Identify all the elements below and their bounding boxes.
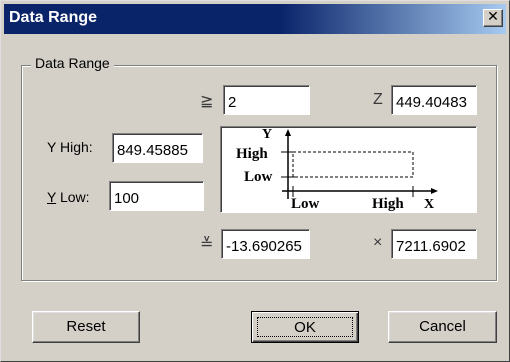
y-axis-arrow — [285, 129, 291, 136]
ok-button-label: OK — [257, 317, 353, 337]
x-axis-label: X — [424, 197, 434, 212]
close-icon: ✕ — [487, 9, 499, 25]
x-low-field[interactable] — [221, 229, 310, 259]
cancel-button[interactable]: Cancel — [388, 311, 497, 343]
y-low-label: Y Low: — [47, 189, 90, 205]
x-low-icon: ≚ — [200, 236, 214, 253]
high-y-label: High — [236, 146, 268, 162]
ok-button[interactable]: OK — [251, 311, 359, 343]
z-low-icon: ≧ — [200, 93, 214, 110]
y-axis-label: Y — [262, 127, 272, 142]
high-x-label: High — [372, 196, 404, 212]
z-low-field[interactable] — [223, 85, 310, 115]
reset-button[interactable]: Reset — [32, 311, 140, 343]
group-label: Data Range — [31, 55, 114, 71]
title-bar[interactable]: Data Range ✕ — [4, 4, 506, 34]
y-low-mnemonic: Y — [47, 189, 57, 205]
x-axis-arrow — [431, 188, 438, 194]
y-low-label-text: Low: — [56, 189, 90, 205]
range-diagram: Y High Low Low High X — [220, 126, 477, 213]
low-x-label: Low — [291, 196, 320, 212]
z-high-icon: Z — [373, 91, 383, 108]
y-high-label: Y High: — [47, 139, 93, 155]
close-button[interactable]: ✕ — [483, 9, 503, 27]
y-high-field[interactable] — [112, 133, 203, 163]
window-title: Data Range — [9, 9, 98, 26]
range-diagram-graphic: Y High Low Low High X — [236, 127, 438, 212]
z-high-field[interactable] — [391, 85, 477, 115]
x-high-field[interactable] — [391, 229, 477, 259]
low-y-label: Low — [244, 169, 273, 185]
data-range-dialog: Data Range ✕ Data Range ≧ Z Y High: Y Lo… — [0, 0, 510, 362]
x-high-icon: × — [373, 234, 383, 251]
range-rect — [292, 151, 414, 178]
y-low-field[interactable] — [109, 181, 204, 211]
